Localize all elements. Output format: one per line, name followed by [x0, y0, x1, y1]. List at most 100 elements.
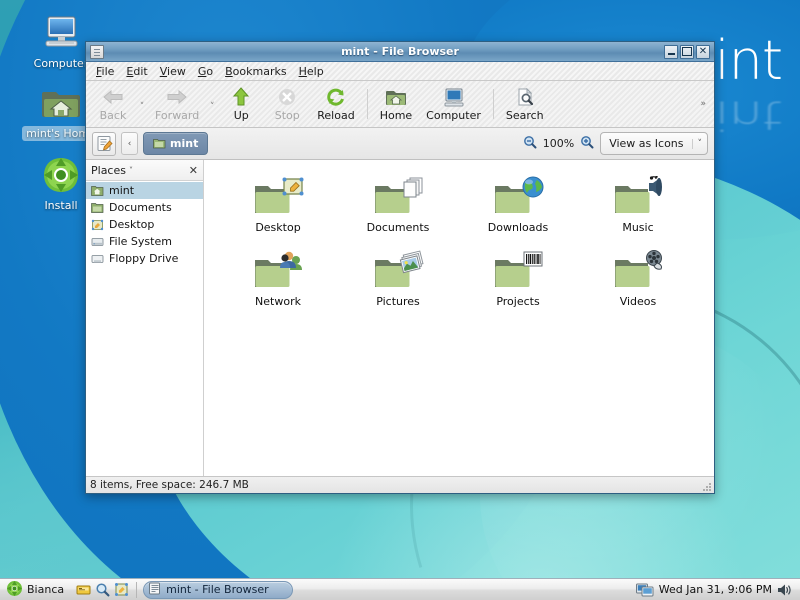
file-browser-icon: [148, 582, 161, 598]
reload-label: Reload: [317, 109, 354, 122]
menu-help[interactable]: Help: [293, 64, 330, 79]
menu-go[interactable]: Go: [192, 64, 219, 79]
home-icon: [385, 86, 407, 108]
arrow-right-icon: [166, 86, 188, 108]
chevron-down-icon[interactable]: ˅: [129, 166, 133, 175]
minimize-button[interactable]: [664, 45, 678, 59]
resize-grip[interactable]: [702, 482, 712, 492]
clock[interactable]: Wed Jan 31, 9:06 PM: [659, 583, 772, 596]
folder-music-icon: [611, 176, 665, 220]
places-sidebar: Places ˅ ✕ mint Documents: [86, 160, 204, 476]
arrow-left-icon: [102, 86, 124, 108]
file-label: Pictures: [376, 295, 420, 308]
places-header[interactable]: Places ˅ ✕: [86, 160, 203, 181]
task-button-file-browser[interactable]: mint - File Browser: [143, 581, 293, 599]
quick-launch: [75, 581, 130, 598]
file-browser-window: mint - File Browser File Edit View Go Bo…: [85, 41, 715, 494]
arrow-up-icon: [231, 86, 251, 108]
file-item-network[interactable]: Network: [218, 248, 338, 322]
up-button[interactable]: Up: [218, 83, 264, 125]
maximize-button[interactable]: [680, 45, 694, 59]
file-item-videos[interactable]: Videos: [578, 248, 698, 322]
menu-edit[interactable]: Edit: [120, 64, 153, 79]
sidebar-item-label: Documents: [109, 201, 172, 214]
computer-button[interactable]: Computer: [419, 83, 488, 125]
menu-bar: File Edit View Go Bookmarks Help: [86, 62, 714, 81]
search-icon[interactable]: [94, 581, 111, 598]
menu-view[interactable]: View: [154, 64, 192, 79]
breadcrumb-label: mint: [170, 137, 198, 150]
home-label: Home: [380, 109, 412, 122]
places-list: mint Documents Desktop: [86, 181, 203, 476]
back-button[interactable]: Back: [90, 83, 136, 125]
main-menu-button[interactable]: Bianca: [3, 579, 70, 600]
zoom-in-icon[interactable]: [580, 135, 594, 152]
up-label: Up: [234, 109, 249, 122]
folder-small-icon: [153, 138, 166, 149]
forward-dropdown-icon[interactable]: ˅: [206, 102, 218, 112]
desktop-icon-label: Install: [40, 198, 81, 213]
sidebar-item-mint[interactable]: mint: [86, 182, 203, 199]
home-folder-icon: [91, 185, 104, 197]
file-item-documents[interactable]: Documents: [338, 174, 458, 248]
search-button[interactable]: Search: [499, 83, 551, 125]
path-bar: ‹ mint 100%: [86, 128, 714, 160]
zoom-level-label: 100%: [543, 137, 574, 150]
reload-icon: [326, 86, 346, 108]
file-item-pictures[interactable]: Pictures: [338, 248, 458, 322]
file-label: Downloads: [488, 221, 548, 234]
sidebar-item-label: File System: [109, 235, 172, 248]
taskbar: Bianca: [0, 578, 800, 600]
volume-icon[interactable]: [777, 583, 792, 597]
breadcrumb-mint[interactable]: mint: [143, 132, 208, 155]
window-body: Places ˅ ✕ mint Documents: [86, 160, 714, 476]
folder-network-icon: [251, 250, 305, 294]
status-text: 8 items, Free space: 246.7 MB: [90, 479, 249, 491]
back-dropdown-icon[interactable]: ˅: [136, 102, 148, 112]
file-grid: Desktop Documents: [218, 174, 704, 322]
file-label: Network: [255, 295, 301, 308]
show-desktop-icon[interactable]: [113, 581, 130, 598]
file-label: Music: [622, 221, 653, 234]
taskbar-divider: [136, 582, 137, 598]
workspace-switcher-icon[interactable]: [636, 582, 654, 597]
reload-button[interactable]: Reload: [310, 83, 361, 125]
search-icon: [515, 86, 535, 108]
home-button[interactable]: Home: [373, 83, 419, 125]
sidebar-item-floppy-drive[interactable]: Floppy Drive: [86, 250, 203, 267]
zoom-out-icon[interactable]: [523, 135, 537, 152]
folder-desktop-icon: [251, 176, 305, 220]
sidebar-item-desktop[interactable]: Desktop: [86, 216, 203, 233]
file-item-downloads[interactable]: Downloads: [458, 174, 578, 248]
menu-file[interactable]: File: [90, 64, 120, 79]
toolbar-separator-2: [493, 89, 494, 119]
toolbar-separator: [367, 89, 368, 119]
file-item-music[interactable]: Music: [578, 174, 698, 248]
chevron-down-icon: ˅: [692, 139, 708, 149]
file-item-projects[interactable]: Projects: [458, 248, 578, 322]
window-title: mint - File Browser: [86, 45, 714, 58]
main-menu-label: Bianca: [27, 583, 64, 596]
window-controls: [664, 45, 712, 59]
sidebar-item-documents[interactable]: Documents: [86, 199, 203, 216]
software-manager-icon[interactable]: [75, 581, 92, 598]
path-bar-right: 100% View as Icons ˅: [523, 132, 708, 155]
forward-label: Forward: [155, 109, 199, 122]
sidebar-item-file-system[interactable]: File System: [86, 233, 203, 250]
search-label: Search: [506, 109, 544, 122]
forward-button[interactable]: Forward: [148, 83, 206, 125]
system-tray: Wed Jan 31, 9:06 PM: [636, 582, 797, 597]
stop-button[interactable]: Stop: [264, 83, 310, 125]
close-icon[interactable]: ✕: [189, 164, 198, 177]
path-scroll-back-button[interactable]: ‹: [121, 132, 138, 155]
window-titlebar[interactable]: mint - File Browser: [86, 42, 714, 62]
edit-location-icon[interactable]: [92, 132, 116, 156]
file-icon-view: Desktop Documents: [204, 160, 714, 476]
menu-bookmarks[interactable]: Bookmarks: [219, 64, 292, 79]
file-item-desktop[interactable]: Desktop: [218, 174, 338, 248]
toolbar-overflow-icon[interactable]: »: [696, 99, 710, 109]
floppy-icon: [91, 253, 104, 265]
mint-menu-icon: [6, 580, 23, 600]
view-mode-select[interactable]: View as Icons ˅: [600, 132, 708, 155]
close-button[interactable]: [696, 45, 710, 59]
